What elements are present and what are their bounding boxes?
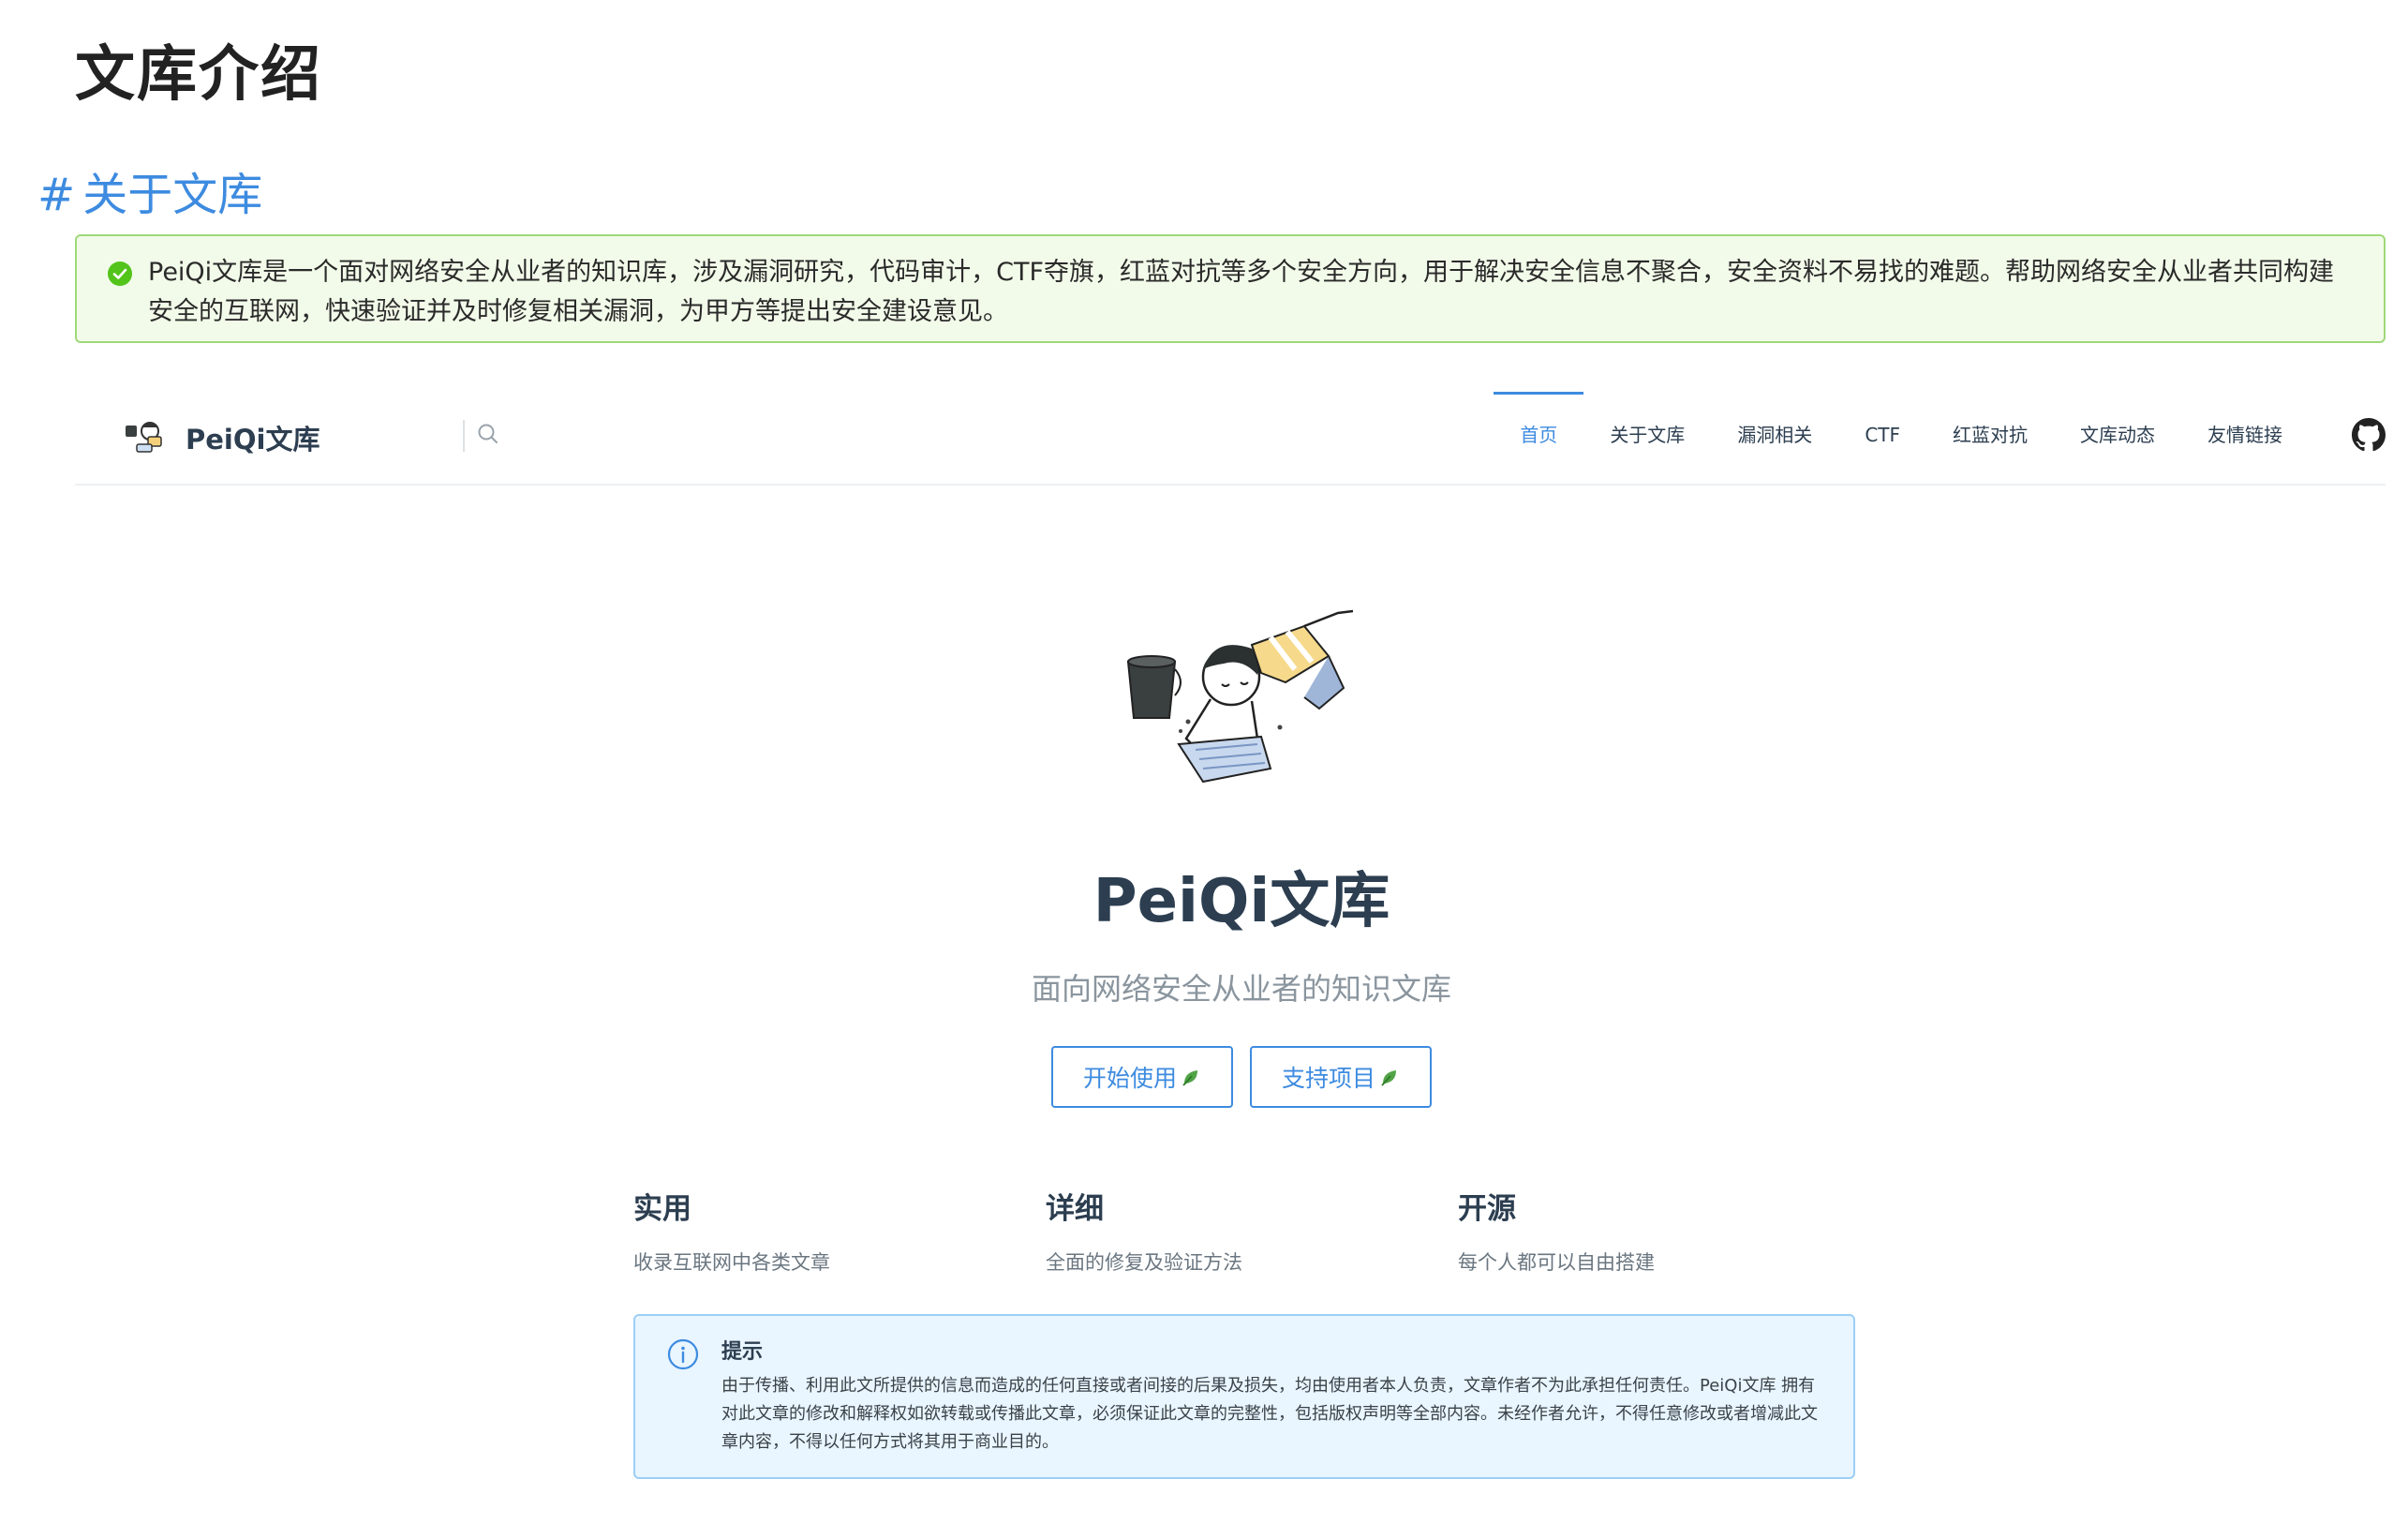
- feature-desc: 全面的修复及验证方法: [1046, 1251, 1242, 1274]
- check-circle-icon: [108, 261, 132, 286]
- hero-title: PeiQi文库: [1093, 867, 1390, 936]
- info-icon: [667, 1338, 699, 1370]
- feature-practical: 实用 收录互联网中各类文章: [633, 1185, 1046, 1276]
- feature-title: 详细: [1046, 1192, 1104, 1226]
- nav-item-ctf[interactable]: CTF: [1838, 386, 1926, 484]
- get-started-button[interactable]: 开始使用: [1051, 1046, 1233, 1108]
- nav-links: 首页 关于文库 漏洞相关 CTF 红蓝对抗 文库动态 友情链接: [1494, 386, 2309, 484]
- support-project-button[interactable]: 支持项目: [1250, 1046, 1432, 1108]
- brand-logo-icon[interactable]: [124, 414, 169, 456]
- heading-anchor[interactable]: #: [37, 169, 75, 221]
- nav-divider: [463, 420, 465, 452]
- search-icon[interactable]: [476, 422, 500, 446]
- get-started-label: 开始使用: [1082, 1066, 1177, 1092]
- github-icon[interactable]: [2352, 418, 2386, 452]
- nav-item-news[interactable]: 文库动态: [2054, 386, 2181, 484]
- page-title: 文库介绍: [75, 40, 322, 110]
- nav-item-vulnerabilities[interactable]: 漏洞相关: [1711, 386, 1838, 484]
- support-project-label: 支持项目: [1281, 1066, 1375, 1092]
- brand-name[interactable]: PeiQi文库: [186, 418, 320, 457]
- feature-title: 开源: [1458, 1192, 1516, 1226]
- intro-text: PeiQi文库是一个面对网络安全从业者的知识库，涉及漏洞研究，代码审计，CTF夺…: [148, 258, 2335, 326]
- leaf-icon: [1381, 1070, 1396, 1086]
- features: 实用 收录互联网中各类文章 详细 全面的修复及验证方法 开源 每个人都可以自由搭…: [633, 1185, 1870, 1276]
- tip-content: 由于传播、利用此文所提供的信息而造成的任何直接或者间接的后果及损失，均由使用者本…: [721, 1376, 1818, 1452]
- nav-item-home[interactable]: 首页: [1494, 386, 1584, 484]
- site-navbar: PeiQi文库 首页 关于文库 漏洞相关 CTF 红蓝对抗 文库动态 友情链接: [75, 386, 2386, 486]
- nav-item-about[interactable]: 关于文库: [1583, 386, 1711, 484]
- nav-item-links[interactable]: 友情链接: [2181, 386, 2309, 484]
- feature-desc: 收录互联网中各类文章: [633, 1251, 830, 1274]
- section-heading-text: 关于文库: [82, 169, 263, 221]
- leaf-icon: [1182, 1070, 1197, 1086]
- nav-item-red-blue[interactable]: 红蓝对抗: [1926, 386, 2054, 484]
- feature-open-source: 开源 每个人都可以自由搭建: [1458, 1185, 1870, 1276]
- tip-title: 提示: [721, 1340, 764, 1364]
- feature-desc: 每个人都可以自由搭建: [1458, 1251, 1655, 1274]
- section-heading: # 关于文库: [37, 157, 262, 223]
- hero-actions: 开始使用 支持项目: [1051, 1046, 1432, 1108]
- hero-subtitle: 面向网络安全从业者的知识文库: [1031, 971, 1451, 1007]
- feature-title: 实用: [633, 1192, 691, 1226]
- hero-illustration: [1126, 609, 1354, 784]
- disclaimer-tip: 提示 由于传播、利用此文所提供的信息而造成的任何直接或者间接的后果及损失，均由使…: [633, 1314, 1855, 1479]
- feature-detailed: 详细 全面的修复及验证方法: [1046, 1185, 1458, 1276]
- intro-callout: PeiQi文库是一个面对网络安全从业者的知识库，涉及漏洞研究，代码审计，CTF夺…: [75, 234, 2386, 343]
